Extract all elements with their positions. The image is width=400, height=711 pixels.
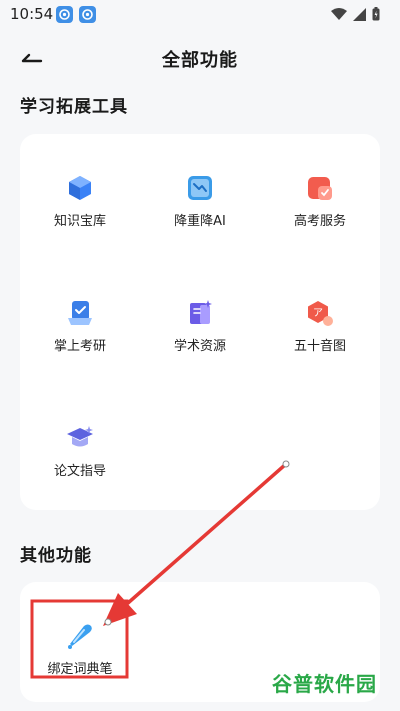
graduation-cap-icon [66,424,94,452]
tile-label: 知识宝库 [53,214,106,229]
tile-bind-dictionary-pen[interactable]: 绑定词典笔 [20,622,140,677]
status-bar: 10:54 [0,0,400,30]
signal-icon [353,7,366,21]
learning-tools-card: 知识宝库 降重降AI 高考服务 掌上考研 学术资源 ア 五十音图 论文指导 [20,134,380,510]
tile-label: 掌上考研 [53,339,106,354]
notification-app-icon [56,6,73,23]
tile-fifty-sounds[interactable]: ア 五十音图 [260,299,380,354]
tile-label: 论文指导 [53,464,106,479]
tile-academic-resources[interactable]: 学术资源 [140,299,260,354]
tile-postgrad[interactable]: 掌上考研 [20,299,140,354]
section-title-learning-tools: 学习拓展工具 [20,97,128,117]
svg-text:ア: ア [313,308,323,319]
postgrad-check-icon [66,299,94,327]
trend-down-icon [186,174,214,202]
tile-label: 学术资源 [173,339,226,354]
tile-label: 五十音图 [293,339,346,354]
knowledge-cube-icon [66,174,94,202]
dictionary-pen-icon [66,622,94,650]
tile-reduce-duplication[interactable]: 降重降AI [140,174,260,229]
tile-knowledge-base[interactable]: 知识宝库 [20,174,140,229]
watermark-text: 谷普软件园 [272,672,377,696]
section-title-other-functions: 其他功能 [20,546,92,566]
page-title: 全部功能 [162,50,238,71]
status-time: 10:54 [10,5,54,23]
wifi-icon [331,7,347,20]
notification-app-icon-2 [79,6,96,23]
exam-service-icon [306,174,334,202]
kana-chart-icon: ア [306,299,334,327]
battery-icon [372,7,380,21]
tile-paper-guidance[interactable]: 论文指导 [20,424,140,479]
tile-label: 绑定词典笔 [47,662,113,677]
tile-label: 降重降AI [174,214,226,229]
tile-label: 高考服务 [293,214,346,229]
tile-gaokao-service[interactable]: 高考服务 [260,174,380,229]
academic-book-icon [186,299,214,327]
